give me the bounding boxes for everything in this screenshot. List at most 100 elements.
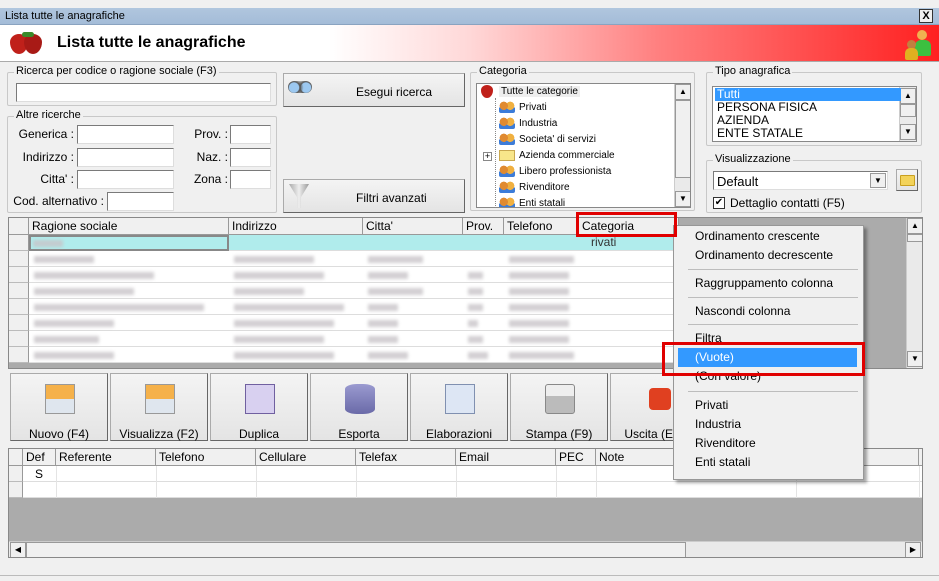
menu-item[interactable]: Ordinamento crescente <box>678 227 857 246</box>
menu-item[interactable]: Raggruppamento colonna <box>678 274 857 293</box>
column-header[interactable]: Telefono <box>504 218 579 235</box>
close-button[interactable]: X <box>919 9 933 23</box>
grid-empty-area <box>9 498 922 541</box>
menu-item[interactable]: Enti statali <box>678 453 857 472</box>
tree-item[interactable]: Libero professionista <box>499 164 611 180</box>
table-row[interactable] <box>29 315 679 331</box>
column-header[interactable]: Cellulare <box>256 449 356 466</box>
column-header[interactable]: Telefax <box>356 449 456 466</box>
scroll-down-button[interactable]: ▼ <box>907 351 922 367</box>
table-row[interactable] <box>23 482 922 498</box>
column-header[interactable]: Email <box>456 449 556 466</box>
row-header[interactable] <box>9 331 29 347</box>
row-header[interactable] <box>9 299 29 315</box>
advanced-filters-button[interactable]: Filtri avanzati <box>283 179 465 213</box>
dettaglio-checkbox[interactable]: ✔ <box>713 197 725 209</box>
column-header[interactable]: Def <box>23 449 56 466</box>
menu-item[interactable]: Industria <box>678 415 857 434</box>
column-header[interactable]: P <box>919 449 922 466</box>
visualizzazione-select[interactable]: Default ▼ <box>713 171 888 190</box>
scroll-left-button[interactable]: ◀ <box>10 542 26 557</box>
tipo-list-item[interactable]: ENTE STATALE <box>715 127 901 140</box>
cod-alternativo-input[interactable] <box>107 192 174 211</box>
scroll-down-button[interactable]: ▼ <box>675 191 690 207</box>
redacted-text <box>509 304 569 311</box>
table-row[interactable] <box>29 283 679 299</box>
table-row[interactable] <box>29 331 679 347</box>
expand-icon[interactable]: + <box>483 152 492 161</box>
toolbar-button-new-record[interactable]: Nuovo (F4) <box>10 373 108 441</box>
scroll-down-button[interactable]: ▼ <box>900 124 916 140</box>
menu-item[interactable]: Ordinamento decrescente <box>678 246 857 265</box>
row-header[interactable] <box>9 482 23 498</box>
menu-item[interactable]: Nascondi colonna <box>678 302 857 321</box>
tipo-anagrafica-group: Tipo anagrafica ▲ ▼ Tutti PERSONA FISICA A… <box>706 65 922 146</box>
table-row[interactable] <box>29 267 679 283</box>
users-icon <box>905 28 935 60</box>
toolbar-button-processing[interactable]: Elaborazioni <box>410 373 508 441</box>
table-row[interactable] <box>29 251 679 267</box>
toolbar-button-view-record[interactable]: Visualizza (F2) <box>110 373 208 441</box>
indirizzo-input[interactable] <box>77 148 174 167</box>
toolbar-button-label: Nuovo (F4) <box>28 427 90 441</box>
search-input[interactable] <box>16 83 271 102</box>
tree-item[interactable]: Industria <box>499 116 557 132</box>
tree-scrollbar[interactable]: ▲ ▼ <box>674 84 690 207</box>
table-row[interactable] <box>29 299 679 315</box>
scroll-thumb[interactable] <box>900 104 916 117</box>
folder-button[interactable] <box>896 169 918 191</box>
column-header[interactable]: Indirizzo <box>229 218 363 235</box>
column-header[interactable]: Referente <box>56 449 156 466</box>
contacts-hscrollbar[interactable]: ◀ ▶ <box>9 541 922 557</box>
toolbar-button-export[interactable]: Esporta <box>310 373 408 441</box>
prov-input[interactable] <box>230 125 271 144</box>
execute-search-button[interactable]: Esegui ricerca <box>283 73 465 107</box>
table-row[interactable]: Privati <box>29 235 679 251</box>
column-header[interactable]: PEC <box>556 449 596 466</box>
scroll-right-button[interactable]: ▶ <box>905 542 921 557</box>
row-header[interactable] <box>9 235 29 251</box>
table-row[interactable] <box>29 347 679 363</box>
scroll-up-button[interactable]: ▲ <box>675 84 690 100</box>
tree-item[interactable]: Azienda commerciale <box>499 148 615 164</box>
tree-item[interactable]: Enti statali <box>499 196 565 207</box>
cell-divider <box>56 482 57 498</box>
categoria-tree[interactable]: ▲ ▼ Tutte le categorie Privati Industria So… <box>476 83 691 208</box>
menu-item[interactable]: Privati <box>678 396 857 415</box>
column-header[interactable]: Prov. <box>463 218 504 235</box>
cell-divider <box>456 466 457 482</box>
tree-item[interactable]: Rivenditore <box>499 180 570 196</box>
column-header[interactable]: Telefono <box>156 449 256 466</box>
naz-input[interactable] <box>230 148 271 167</box>
chevron-down-icon[interactable]: ▼ <box>870 173 886 188</box>
grid-vscrollbar[interactable]: ▲ ▼ <box>906 218 922 368</box>
redacted-text <box>34 256 94 263</box>
column-header[interactable]: Ragione sociale <box>29 218 229 235</box>
tree-item[interactable]: Societa' di servizi <box>499 132 596 148</box>
tree-item[interactable]: Privati <box>499 100 547 116</box>
tree-item[interactable]: Tutte le categorie <box>481 84 580 100</box>
row-header[interactable] <box>9 283 29 299</box>
scroll-up-button[interactable]: ▲ <box>907 218 922 234</box>
row-header[interactable] <box>9 347 29 363</box>
scroll-up-button[interactable]: ▲ <box>900 88 916 104</box>
citta-input[interactable] <box>77 170 174 189</box>
tipo-scrollbar[interactable]: ▲ ▼ <box>899 87 916 141</box>
row-header[interactable] <box>9 267 29 283</box>
tipo-anagrafica-list[interactable]: ▲ ▼ Tutti PERSONA FISICA AZIENDA ENTE STATA… <box>712 86 917 142</box>
toolbar-button-print[interactable]: Stampa (F9) <box>510 373 608 441</box>
row-header[interactable] <box>9 251 29 267</box>
scroll-thumb[interactable] <box>675 100 690 178</box>
scroll-thumb[interactable] <box>907 234 922 242</box>
toolbar-button-duplicate[interactable]: Duplica <box>210 373 308 441</box>
menu-item[interactable]: Rivenditore <box>678 434 857 453</box>
scroll-thumb[interactable] <box>26 542 686 557</box>
redacted-text <box>368 272 408 279</box>
row-header[interactable] <box>9 315 29 331</box>
redacted-text <box>509 288 569 295</box>
cell-divider <box>356 482 357 498</box>
row-header[interactable] <box>9 466 23 482</box>
generica-input[interactable] <box>77 125 174 144</box>
column-header[interactable]: Citta' <box>363 218 463 235</box>
zona-input[interactable] <box>230 170 271 189</box>
